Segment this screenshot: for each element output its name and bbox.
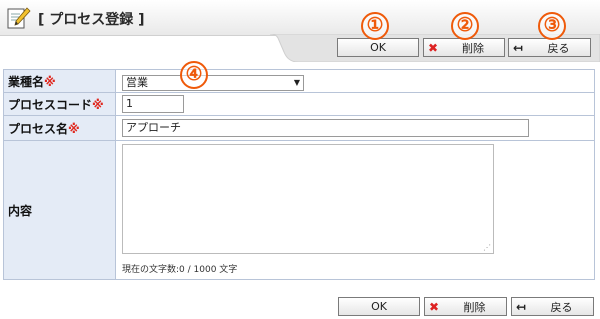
- page-header: [ プロセス登録 ]: [0, 0, 600, 36]
- required-mark: ※: [92, 97, 104, 112]
- back-button-bottom[interactable]: ↤ 戻る: [511, 297, 594, 316]
- annotation-3: ③: [538, 12, 566, 40]
- back-button-top[interactable]: ↤ 戻る: [508, 38, 591, 57]
- annotation-2: ②: [451, 12, 479, 40]
- x-icon: ✖: [427, 40, 439, 55]
- content-label: 内容: [8, 203, 33, 218]
- x-icon: ✖: [428, 299, 440, 314]
- content-textarea[interactable]: ⋰: [122, 144, 494, 254]
- required-mark: ※: [44, 74, 56, 89]
- annotation-4: ④: [180, 61, 208, 89]
- char-count: 現在の文字数:0 / 1000 文字: [122, 265, 238, 275]
- annotation-1: ①: [361, 12, 389, 40]
- delete-button-bottom-label: 削除: [463, 300, 486, 314]
- ok-button-bottom-label: OK: [371, 300, 387, 313]
- required-mark: ※: [68, 121, 80, 136]
- content-value-cell: ⋰ 現在の文字数:0 / 1000 文字: [115, 140, 595, 280]
- process-code-value-cell: 1: [115, 92, 595, 116]
- industry-label-cell: 業種名※: [3, 69, 116, 93]
- back-arrow-icon: ↤: [512, 40, 524, 55]
- back-arrow-icon: ↤: [515, 299, 527, 314]
- ok-button-bottom[interactable]: OK: [338, 297, 420, 316]
- process-form: 業種名※ 営業 ▼ プロセスコード※ 1 プロセス名※ アプローチ 内容 ⋰ 現…: [3, 69, 595, 280]
- delete-button-bottom[interactable]: ✖ 削除: [424, 297, 507, 316]
- process-code-label: プロセスコード: [8, 97, 93, 112]
- page-title: [ プロセス登録 ]: [38, 12, 145, 28]
- industry-select-value: 営業: [126, 75, 148, 89]
- back-button-top-label: 戻る: [547, 41, 570, 55]
- delete-button-top-label: 削除: [462, 41, 484, 55]
- ok-button-top-label: OK: [370, 41, 386, 54]
- process-name-label: プロセス名: [8, 121, 69, 136]
- resize-grip-icon[interactable]: ⋰: [483, 243, 491, 252]
- back-button-bottom-label: 戻る: [550, 300, 573, 314]
- process-name-input[interactable]: アプローチ: [122, 119, 529, 137]
- industry-select[interactable]: 営業 ▼: [122, 74, 304, 91]
- process-code-input[interactable]: 1: [122, 95, 184, 113]
- content-label-cell: 内容: [3, 140, 116, 280]
- process-name-label-cell: プロセス名※: [3, 115, 116, 141]
- dropdown-arrow-icon: ▼: [293, 77, 300, 87]
- process-name-value-cell: アプローチ: [115, 115, 595, 141]
- ok-button-top[interactable]: OK: [337, 38, 419, 57]
- delete-button-top[interactable]: ✖ 削除: [423, 38, 505, 57]
- process-code-label-cell: プロセスコード※: [3, 92, 116, 116]
- edit-document-icon: [7, 7, 31, 29]
- industry-label: 業種名: [8, 74, 45, 89]
